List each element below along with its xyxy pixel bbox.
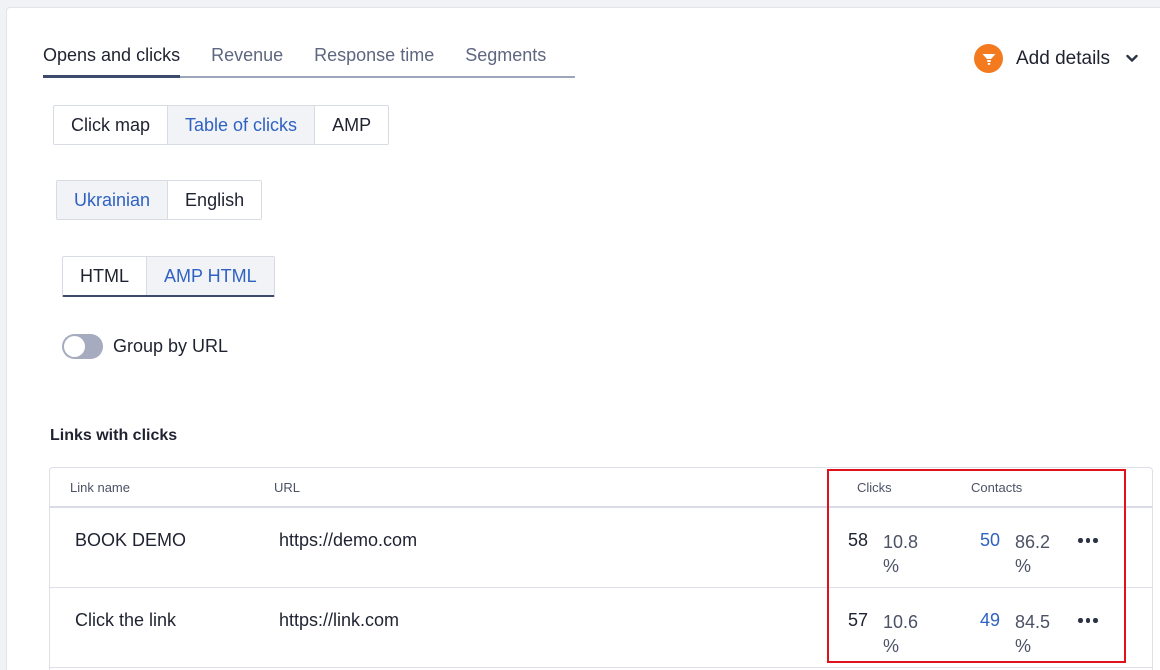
language-switch: Ukrainian English [56,180,263,220]
clicks-percent: 10.8 % [883,532,919,576]
section-title: Links with clicks [50,427,178,444]
table-header: Link name URL Clicks Contacts [50,468,1152,508]
add-details-label: Add details [1016,47,1111,69]
tab-revenue[interactable]: Revenue [211,44,283,78]
table-of-clicks-option[interactable]: Table of clicks [168,106,316,144]
url-cell: https://link.com [279,610,400,630]
table-row: BOOK DEMO https://demo.com 58 10.8 % 50 … [50,508,1152,588]
format-switch: HTML AMP HTML [62,256,275,297]
report-tabs: Opens and clicks Revenue Response time S… [43,44,575,78]
contacts-percent: 84.5 % [1015,612,1051,656]
column-header-url: URL [274,480,301,495]
link-name-cell: BOOK DEMO [75,530,187,550]
report-panel: Opens and clicks Revenue Response time S… [6,7,1160,670]
links-table: Link name URL Clicks Contacts BOOK DEMO … [49,467,1153,670]
contacts-count-link[interactable]: 49 [980,610,1000,631]
group-by-url-toggle[interactable] [62,334,103,359]
english-option[interactable]: English [168,181,261,219]
column-header-link-name: Link name [70,480,130,495]
clicks-count: 57 [848,610,869,630]
column-header-clicks: Clicks [857,480,892,495]
tab-opens-and-clicks[interactable]: Opens and clicks [43,44,181,78]
toggle-knob [64,336,85,357]
chevron-down-icon[interactable] [1126,54,1138,63]
ukrainian-option[interactable]: Ukrainian [57,181,169,219]
table-row: Click the link https://link.com 57 10.6 … [50,588,1152,668]
tab-response-time[interactable]: Response time [314,44,434,78]
contacts-count-link[interactable]: 50 [980,530,1000,551]
column-header-contacts: Contacts [971,480,1023,495]
url-cell: https://demo.com [279,530,418,550]
amp-option[interactable]: AMP [315,106,388,144]
clicks-percent: 10.6 % [883,612,919,656]
click-map-option[interactable]: Click map [54,106,169,144]
clicks-count: 58 [848,530,869,550]
group-by-url-row: Group by URL [62,334,228,359]
link-name-cell: Click the link [75,610,177,630]
more-actions-icon[interactable] [1076,534,1100,547]
html-option[interactable]: HTML [63,257,147,295]
tab-segments[interactable]: Segments [465,44,546,78]
add-details-button[interactable]: Add details [974,44,1138,73]
view-switch: Click map Table of clicks AMP [53,105,390,145]
funnel-icon [974,44,1003,73]
contacts-percent: 86.2 % [1015,532,1051,576]
more-actions-icon[interactable] [1076,614,1100,627]
group-by-url-label: Group by URL [113,336,229,356]
amp-html-option[interactable]: AMP HTML [147,257,274,295]
